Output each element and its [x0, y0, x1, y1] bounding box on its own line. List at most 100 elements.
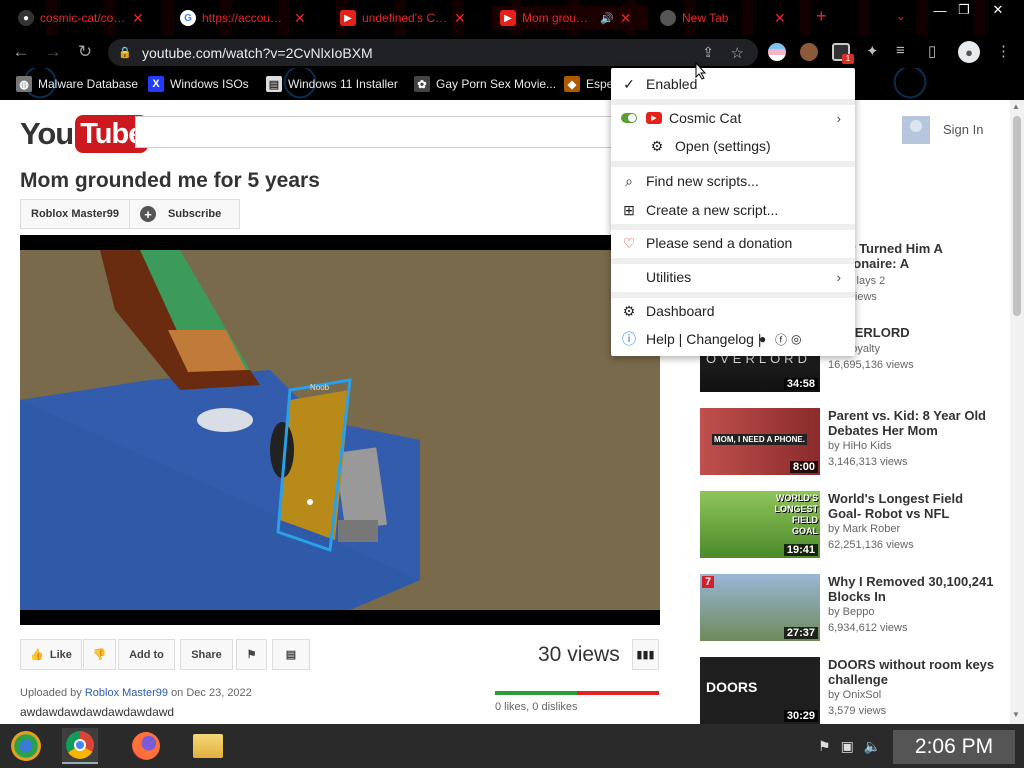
- menu-item-dashboard[interactable]: ⚙ Dashboard: [611, 298, 855, 324]
- recommended-views: 16,695,136 views: [828, 359, 914, 371]
- recommended-title[interactable]: Why I Removed 30,100,241 Blocks In: [828, 574, 998, 604]
- site-icon: ✿: [414, 76, 430, 92]
- recommended-title[interactable]: DOORS without room keys challenge: [828, 657, 998, 687]
- channel-name[interactable]: Roblox Master99: [21, 200, 131, 228]
- new-tab-button[interactable]: +: [816, 6, 827, 27]
- bookmark-windows-11-installer[interactable]: ▤ Windows 11 Installer: [266, 76, 398, 92]
- chrome-icon: [660, 10, 676, 26]
- video-player[interactable]: Noob: [20, 235, 660, 625]
- tab-mom-grounded[interactable]: ▶ Mom grounde 🔊 ✕: [492, 6, 648, 30]
- extensions-puzzle-icon[interactable]: ✦: [866, 42, 879, 60]
- bookmark-espe[interactable]: ◆ Espe: [564, 76, 613, 92]
- avatar-extension-icon[interactable]: [800, 43, 818, 61]
- tab-undefined-channel[interactable]: ▶ undefined's Cha ✕: [332, 6, 488, 30]
- volume-icon[interactable]: 🔈: [864, 738, 881, 755]
- github-icon[interactable]: ●: [759, 332, 766, 346]
- add-to-button[interactable]: Add to: [118, 639, 175, 670]
- taskbar-firefox[interactable]: [128, 728, 164, 764]
- share-button[interactable]: Share: [180, 639, 233, 670]
- toggle-on-icon[interactable]: [621, 110, 637, 126]
- dislike-button[interactable]: 👎: [83, 639, 116, 670]
- url-text[interactable]: youtube.com/watch?v=2CvNlxIoBXM: [142, 45, 373, 61]
- youtube-logo[interactable]: You Tube: [20, 115, 149, 153]
- close-tab-icon[interactable]: ✕: [294, 10, 306, 27]
- chevron-right-icon: ›: [836, 110, 841, 126]
- reload-icon[interactable]: ↻: [74, 41, 96, 63]
- forward-icon[interactable]: →: [42, 41, 64, 63]
- taskbar-chrome[interactable]: [62, 728, 98, 764]
- video-duration: 19:41: [783, 544, 818, 556]
- tab-cosmic-cat[interactable]: ● cosmic-cat/cosmi ✕: [10, 6, 168, 30]
- recommended-video[interactable]: DOORS 30:29 DOORS without room keys chal…: [700, 657, 1000, 725]
- lock-icon[interactable]: 🔒: [118, 46, 132, 59]
- github-icon: ●: [18, 10, 34, 26]
- gear-icon: ⚙: [622, 302, 636, 319]
- trans-flag-extension-icon[interactable]: [768, 43, 786, 61]
- transcript-icon: ▤: [285, 649, 297, 661]
- taskbar-clock[interactable]: 2:06 PM: [893, 730, 1015, 764]
- menu-item-donation[interactable]: ♡ Please send a donation: [611, 230, 855, 256]
- video-thumbnail[interactable]: DOORS 30:29: [700, 657, 820, 724]
- profile-avatar-icon[interactable]: ●: [958, 41, 980, 63]
- video-thumbnail[interactable]: MOM, I NEED A PHONE. 8:00: [700, 408, 820, 475]
- action-center-flag-icon[interactable]: ⚑: [818, 738, 831, 755]
- recommended-video[interactable]: 7 27:37 Why I Removed 30,100,241 Blocks …: [700, 574, 1000, 642]
- bookmark-windows-isos[interactable]: X Windows ISOs: [148, 76, 249, 92]
- taskbar-file-explorer[interactable]: [190, 728, 226, 764]
- recommended-title[interactable]: World's Longest Field Goal- Robot vs NFL: [828, 491, 998, 521]
- user-avatar-icon[interactable]: [902, 116, 930, 144]
- add-to-label: Add to: [129, 648, 164, 661]
- transcript-button[interactable]: ▤: [272, 639, 310, 670]
- back-icon[interactable]: ←: [10, 41, 32, 63]
- video-thumbnail[interactable]: WORLD'S LONGEST FIELD GOAL 19:41: [700, 491, 820, 558]
- menu-item-open-settings[interactable]: ⚙ Open (settings): [611, 133, 855, 159]
- media-control-icon[interactable]: ≡: [896, 42, 905, 59]
- statistics-button[interactable]: ▮▮▮: [632, 639, 659, 670]
- tab-new-tab[interactable]: New Tab ✕: [652, 6, 802, 30]
- bookmark-label: Windows ISOs: [170, 77, 249, 91]
- facebook-icon[interactable]: ⓕ: [775, 331, 787, 348]
- menu-item-enabled[interactable]: ✓ Enabled: [611, 71, 855, 97]
- browser-menu-icon[interactable]: ⋮: [996, 42, 1011, 60]
- instagram-icon[interactable]: ◎: [791, 332, 801, 346]
- close-tab-icon[interactable]: ✕: [454, 10, 466, 27]
- bookmark-adult-site[interactable]: ✿ Gay Porn Sex Movie...: [414, 76, 556, 92]
- close-tab-icon[interactable]: ✕: [620, 10, 632, 27]
- flag-button[interactable]: ⚑: [236, 639, 267, 670]
- side-panel-icon[interactable]: ▯: [928, 42, 936, 60]
- like-button[interactable]: 👍 Like: [20, 639, 82, 670]
- menu-label: Enabled: [646, 76, 698, 92]
- tab-search-icon[interactable]: ⌄: [896, 9, 906, 23]
- tab-google-accounts[interactable]: G https://accounts. ✕: [172, 6, 328, 30]
- close-tab-icon[interactable]: ✕: [132, 10, 144, 27]
- bookmark-malware-database[interactable]: ◍ Malware Database: [16, 76, 138, 92]
- audio-playing-icon[interactable]: 🔊: [600, 12, 614, 25]
- subscribe-button[interactable]: + Subscribe: [130, 200, 239, 228]
- menu-item-find-scripts[interactable]: ⌕ Find new scripts...: [611, 168, 855, 194]
- restore-button[interactable]: ❐: [948, 0, 980, 20]
- menu-item-help-changelog[interactable]: ⓘ Help | Changelog | ● ⓕ ◎: [611, 326, 855, 352]
- scrollbar-thumb[interactable]: [1013, 116, 1021, 316]
- close-tab-icon[interactable]: ✕: [774, 10, 786, 27]
- sign-in-link[interactable]: Sign In: [943, 122, 983, 137]
- menu-item-cosmic-cat[interactable]: ▶ Cosmic Cat ›: [611, 105, 855, 131]
- scroll-down-icon[interactable]: ▼: [1012, 710, 1020, 719]
- recommended-video[interactable]: WORLD'S LONGEST FIELD GOAL 19:41 World's…: [700, 491, 1000, 559]
- logo-you: You: [20, 116, 74, 151]
- page-scrollbar[interactable]: ▲ ▼: [1010, 100, 1024, 724]
- close-window-button[interactable]: ✕: [982, 0, 1014, 20]
- bookmark-star-icon[interactable]: ☆: [731, 44, 744, 62]
- share-icon[interactable]: ⇪: [702, 44, 714, 61]
- start-button[interactable]: [8, 728, 44, 764]
- scroll-up-icon[interactable]: ▲: [1012, 102, 1020, 111]
- menu-item-utilities[interactable]: Utilities ›: [611, 264, 855, 290]
- menu-item-create-script[interactable]: ⊞ Create a new script...: [611, 197, 855, 223]
- recommended-channel: by Beppo: [828, 606, 875, 618]
- recommended-video[interactable]: MOM, I NEED A PHONE. 8:00 Parent vs. Kid…: [700, 408, 1000, 476]
- search-input[interactable]: [135, 116, 625, 148]
- network-icon[interactable]: ▣: [841, 738, 854, 755]
- address-bar[interactable]: 🔒 youtube.com/watch?v=2CvNlxIoBXM ⇪ ☆: [108, 39, 758, 66]
- recommended-title[interactable]: Parent vs. Kid: 8 Year Old Debates Her M…: [828, 408, 998, 438]
- video-thumbnail[interactable]: 7 27:37: [700, 574, 820, 641]
- uploader-link[interactable]: Roblox Master99: [85, 687, 168, 699]
